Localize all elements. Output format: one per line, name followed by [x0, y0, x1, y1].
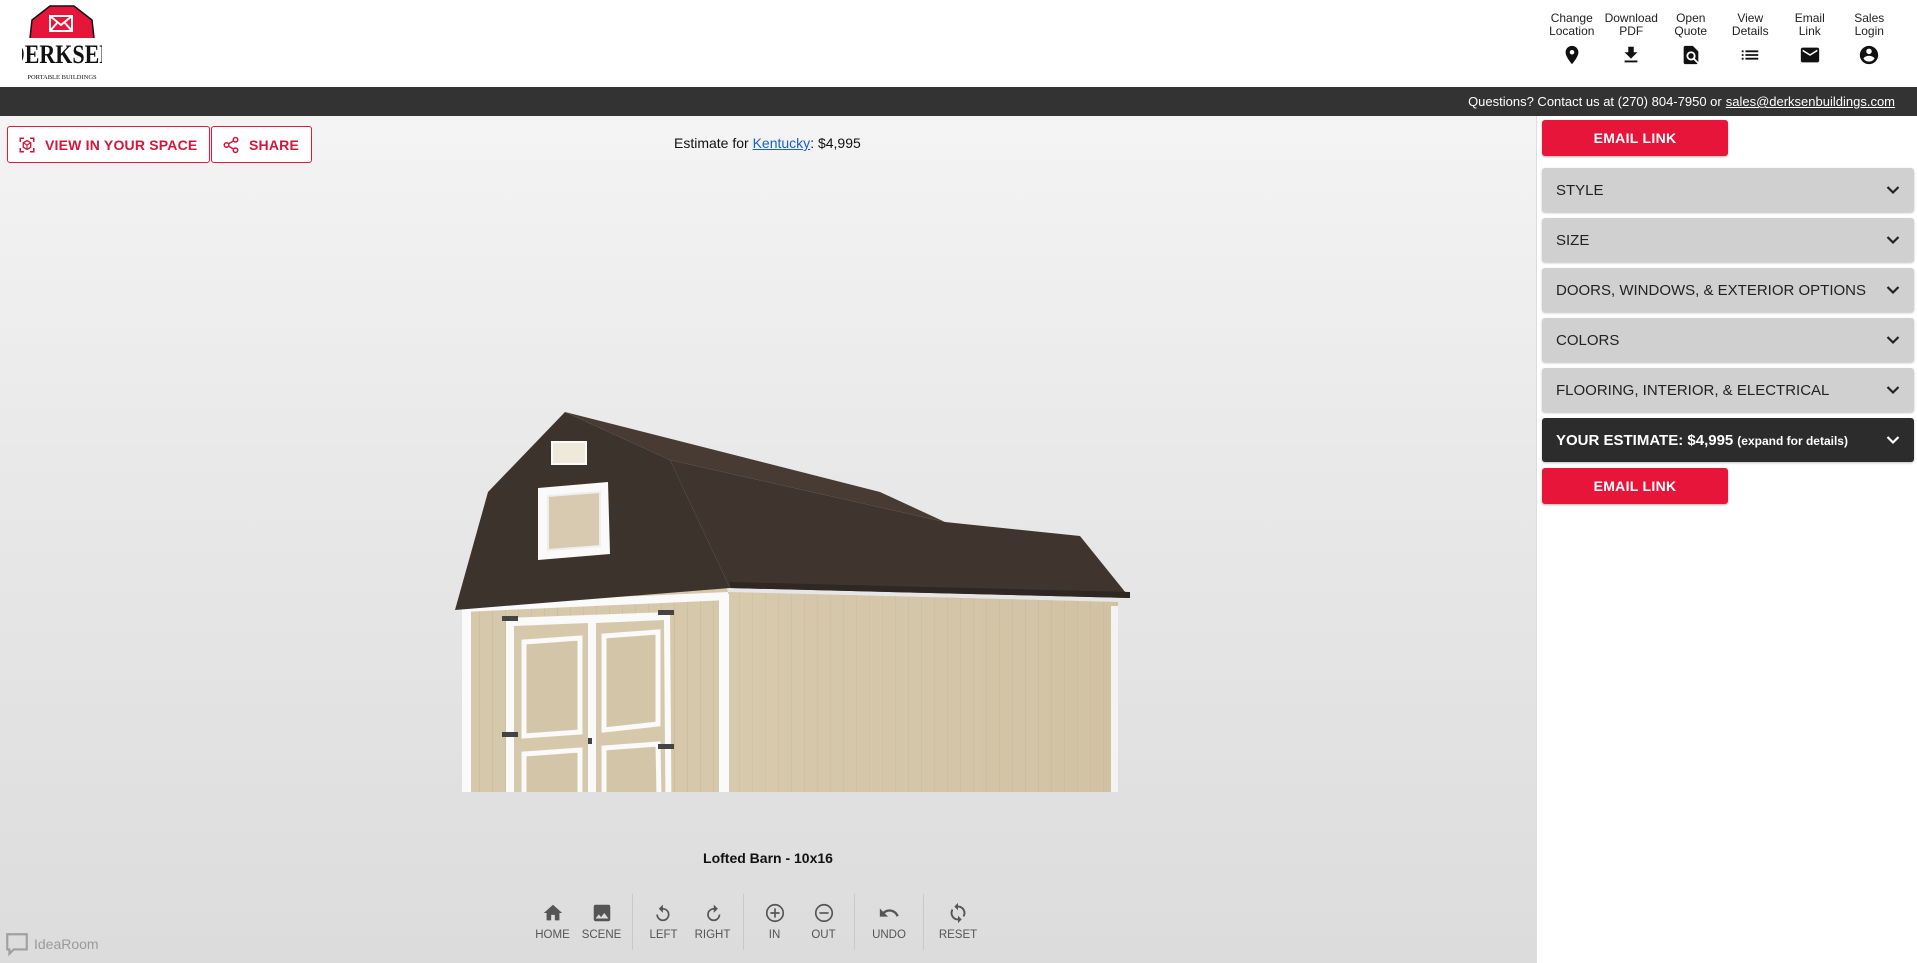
home-icon [543, 904, 562, 921]
email-link-button-bottom[interactable]: EMAIL LINK [1542, 468, 1728, 504]
svg-text:PORTABLE BUILDINGS: PORTABLE BUILDINGS [27, 74, 97, 81]
controls-group-rotate: LEFT RIGHT [632, 894, 743, 950]
contact-bar: Questions? Contact us at (270) 804-7950 … [0, 87, 1917, 116]
contact-text: Questions? Contact us at (270) 804-7950 … [1468, 94, 1722, 109]
email-link-top-label: EMAIL LINK [1593, 130, 1677, 146]
svg-text:DERKSEN: DERKSEN [22, 40, 102, 69]
accordion-doors-windows-label: DOORS, WINDOWS, & EXTERIOR OPTIONS [1556, 281, 1867, 299]
estimate-amount: : $4,995 [810, 135, 861, 151]
account-circle-icon [1860, 45, 1879, 65]
your-estimate-hint: (expand for details) [1737, 433, 1848, 448]
mail-icon [1800, 47, 1819, 63]
viewer-controls: HOME SCENE LEFT RIGHT IN OUT UNDO RESET [522, 894, 992, 950]
email-link-bottom-label: EMAIL LINK [1593, 478, 1677, 494]
list-icon [1742, 50, 1759, 60]
home-label: HOME [535, 929, 570, 941]
idearoom-logo-icon [6, 933, 28, 957]
email-link-button[interactable]: Email Link [1780, 12, 1840, 66]
ar-view-icon [19, 137, 35, 152]
chevron-down-icon [1886, 386, 1900, 395]
find-document-icon [1683, 45, 1699, 65]
chevron-down-icon [1886, 186, 1900, 195]
idearoom-branding[interactable]: IdeaRoom [4, 931, 99, 957]
accordion-doors-windows[interactable]: DOORS, WINDOWS, & EXTERIOR OPTIONS [1542, 268, 1914, 312]
your-estimate-text: YOUR ESTIMATE: $4,995 (expand for details… [1556, 432, 1848, 449]
accordion-colors[interactable]: COLORS [1542, 318, 1914, 362]
share-icon [223, 136, 239, 153]
shed-3d-model[interactable] [440, 292, 1140, 792]
rotate-right-icon [706, 904, 720, 922]
view-in-your-space-button[interactable]: VIEW IN YOUR SPACE [7, 126, 211, 163]
undo-label: UNDO [872, 929, 906, 941]
accordion-style[interactable]: STYLE [1542, 168, 1914, 212]
rotate-right-button[interactable]: RIGHT [688, 894, 737, 950]
download-pdf-label: Download PDF [1604, 11, 1658, 38]
zoom-in-icon [765, 903, 784, 923]
derksen-logo[interactable]: DERKSEN PORTABLE BUILDINGS [9, 2, 116, 82]
chevron-down-icon [1886, 236, 1900, 245]
options-sidebar: EMAIL LINK STYLE SIZE DOORS, WINDOWS, & … [1536, 116, 1917, 963]
top-actions: Change Location Download PDF Open Quote … [1542, 12, 1899, 66]
email-link-label: Email Link [1794, 11, 1825, 38]
accordion-flooring[interactable]: FLOORING, INTERIOR, & ELECTRICAL [1542, 368, 1914, 412]
header: DERKSEN PORTABLE BUILDINGS Change Locati… [0, 0, 1917, 87]
home-button[interactable]: HOME [528, 894, 577, 950]
change-location-button[interactable]: Change Location [1542, 12, 1602, 66]
chevron-down-icon [1886, 436, 1900, 445]
your-estimate-label: YOUR ESTIMATE: $4,995 [1556, 431, 1734, 449]
chevron-down-icon [1886, 286, 1900, 295]
zoom-out-icon [814, 903, 833, 923]
open-quote-button[interactable]: Open Quote [1661, 12, 1721, 66]
in-label: IN [768, 929, 781, 941]
scene-label: SCENE [581, 929, 622, 941]
3d-viewer[interactable]: VIEW IN YOUR SPACE SHARE Estimate for Ke… [0, 116, 1536, 963]
model-name: Lofted Barn - 10x16 [703, 850, 833, 866]
rotate-left-button[interactable]: LEFT [639, 894, 688, 950]
reset-button[interactable]: RESET [930, 894, 986, 950]
contact-email-link[interactable]: sales@derksenbuildings.com [1726, 94, 1895, 109]
share-label: SHARE [249, 136, 300, 153]
estimate-prefix: Estimate for [674, 135, 749, 151]
accordion-size[interactable]: SIZE [1542, 218, 1914, 262]
scene-button[interactable]: SCENE [577, 894, 626, 950]
accordion-style-label: STYLE [1556, 181, 1604, 199]
change-location-label: Change Location [1549, 11, 1595, 38]
sales-login-label: Sales Login [1854, 11, 1885, 38]
estimate-summary: Estimate for Kentucky: $4,995 [674, 135, 861, 151]
image-icon [593, 904, 610, 922]
out-label: OUT [811, 929, 836, 941]
right-label: RIGHT [694, 929, 731, 941]
accordion-size-label: SIZE [1556, 231, 1590, 249]
chevron-down-icon [1886, 336, 1900, 345]
controls-group-view: HOME SCENE [522, 894, 632, 950]
sales-login-button[interactable]: Sales Login [1840, 12, 1900, 66]
controls-group-zoom: IN OUT [743, 894, 854, 950]
download-pdf-button[interactable]: Download PDF [1602, 12, 1662, 66]
undo-button[interactable]: UNDO [861, 894, 917, 950]
zoom-out-button[interactable]: OUT [799, 894, 848, 950]
view-details-label: View Details [1731, 11, 1769, 38]
undo-icon [879, 908, 899, 917]
idearoom-label: IdeaRoom [34, 936, 99, 952]
controls-group-reset: RESET [923, 894, 992, 950]
open-quote-label: Open Quote [1674, 11, 1708, 38]
accordion-flooring-label: FLOORING, INTERIOR, & ELECTRICAL [1556, 381, 1830, 399]
controls-group-undo: UNDO [854, 894, 923, 950]
email-link-button-top[interactable]: EMAIL LINK [1542, 120, 1728, 156]
download-icon [1624, 46, 1638, 63]
zoom-in-button[interactable]: IN [750, 894, 799, 950]
location-pin-icon [1565, 45, 1579, 65]
view-in-your-space-label: VIEW IN YOUR SPACE [45, 136, 198, 153]
view-details-button[interactable]: View Details [1721, 12, 1781, 66]
rotate-left-icon [655, 904, 669, 922]
estimate-location-link[interactable]: Kentucky [753, 135, 811, 151]
reset-icon [950, 902, 966, 924]
accordion-colors-label: COLORS [1556, 331, 1620, 349]
left-label: LEFT [649, 929, 678, 941]
reset-label: RESET [938, 929, 978, 941]
accordion-your-estimate[interactable]: YOUR ESTIMATE: $4,995 (expand for details… [1542, 418, 1914, 462]
share-button[interactable]: SHARE [211, 126, 313, 163]
